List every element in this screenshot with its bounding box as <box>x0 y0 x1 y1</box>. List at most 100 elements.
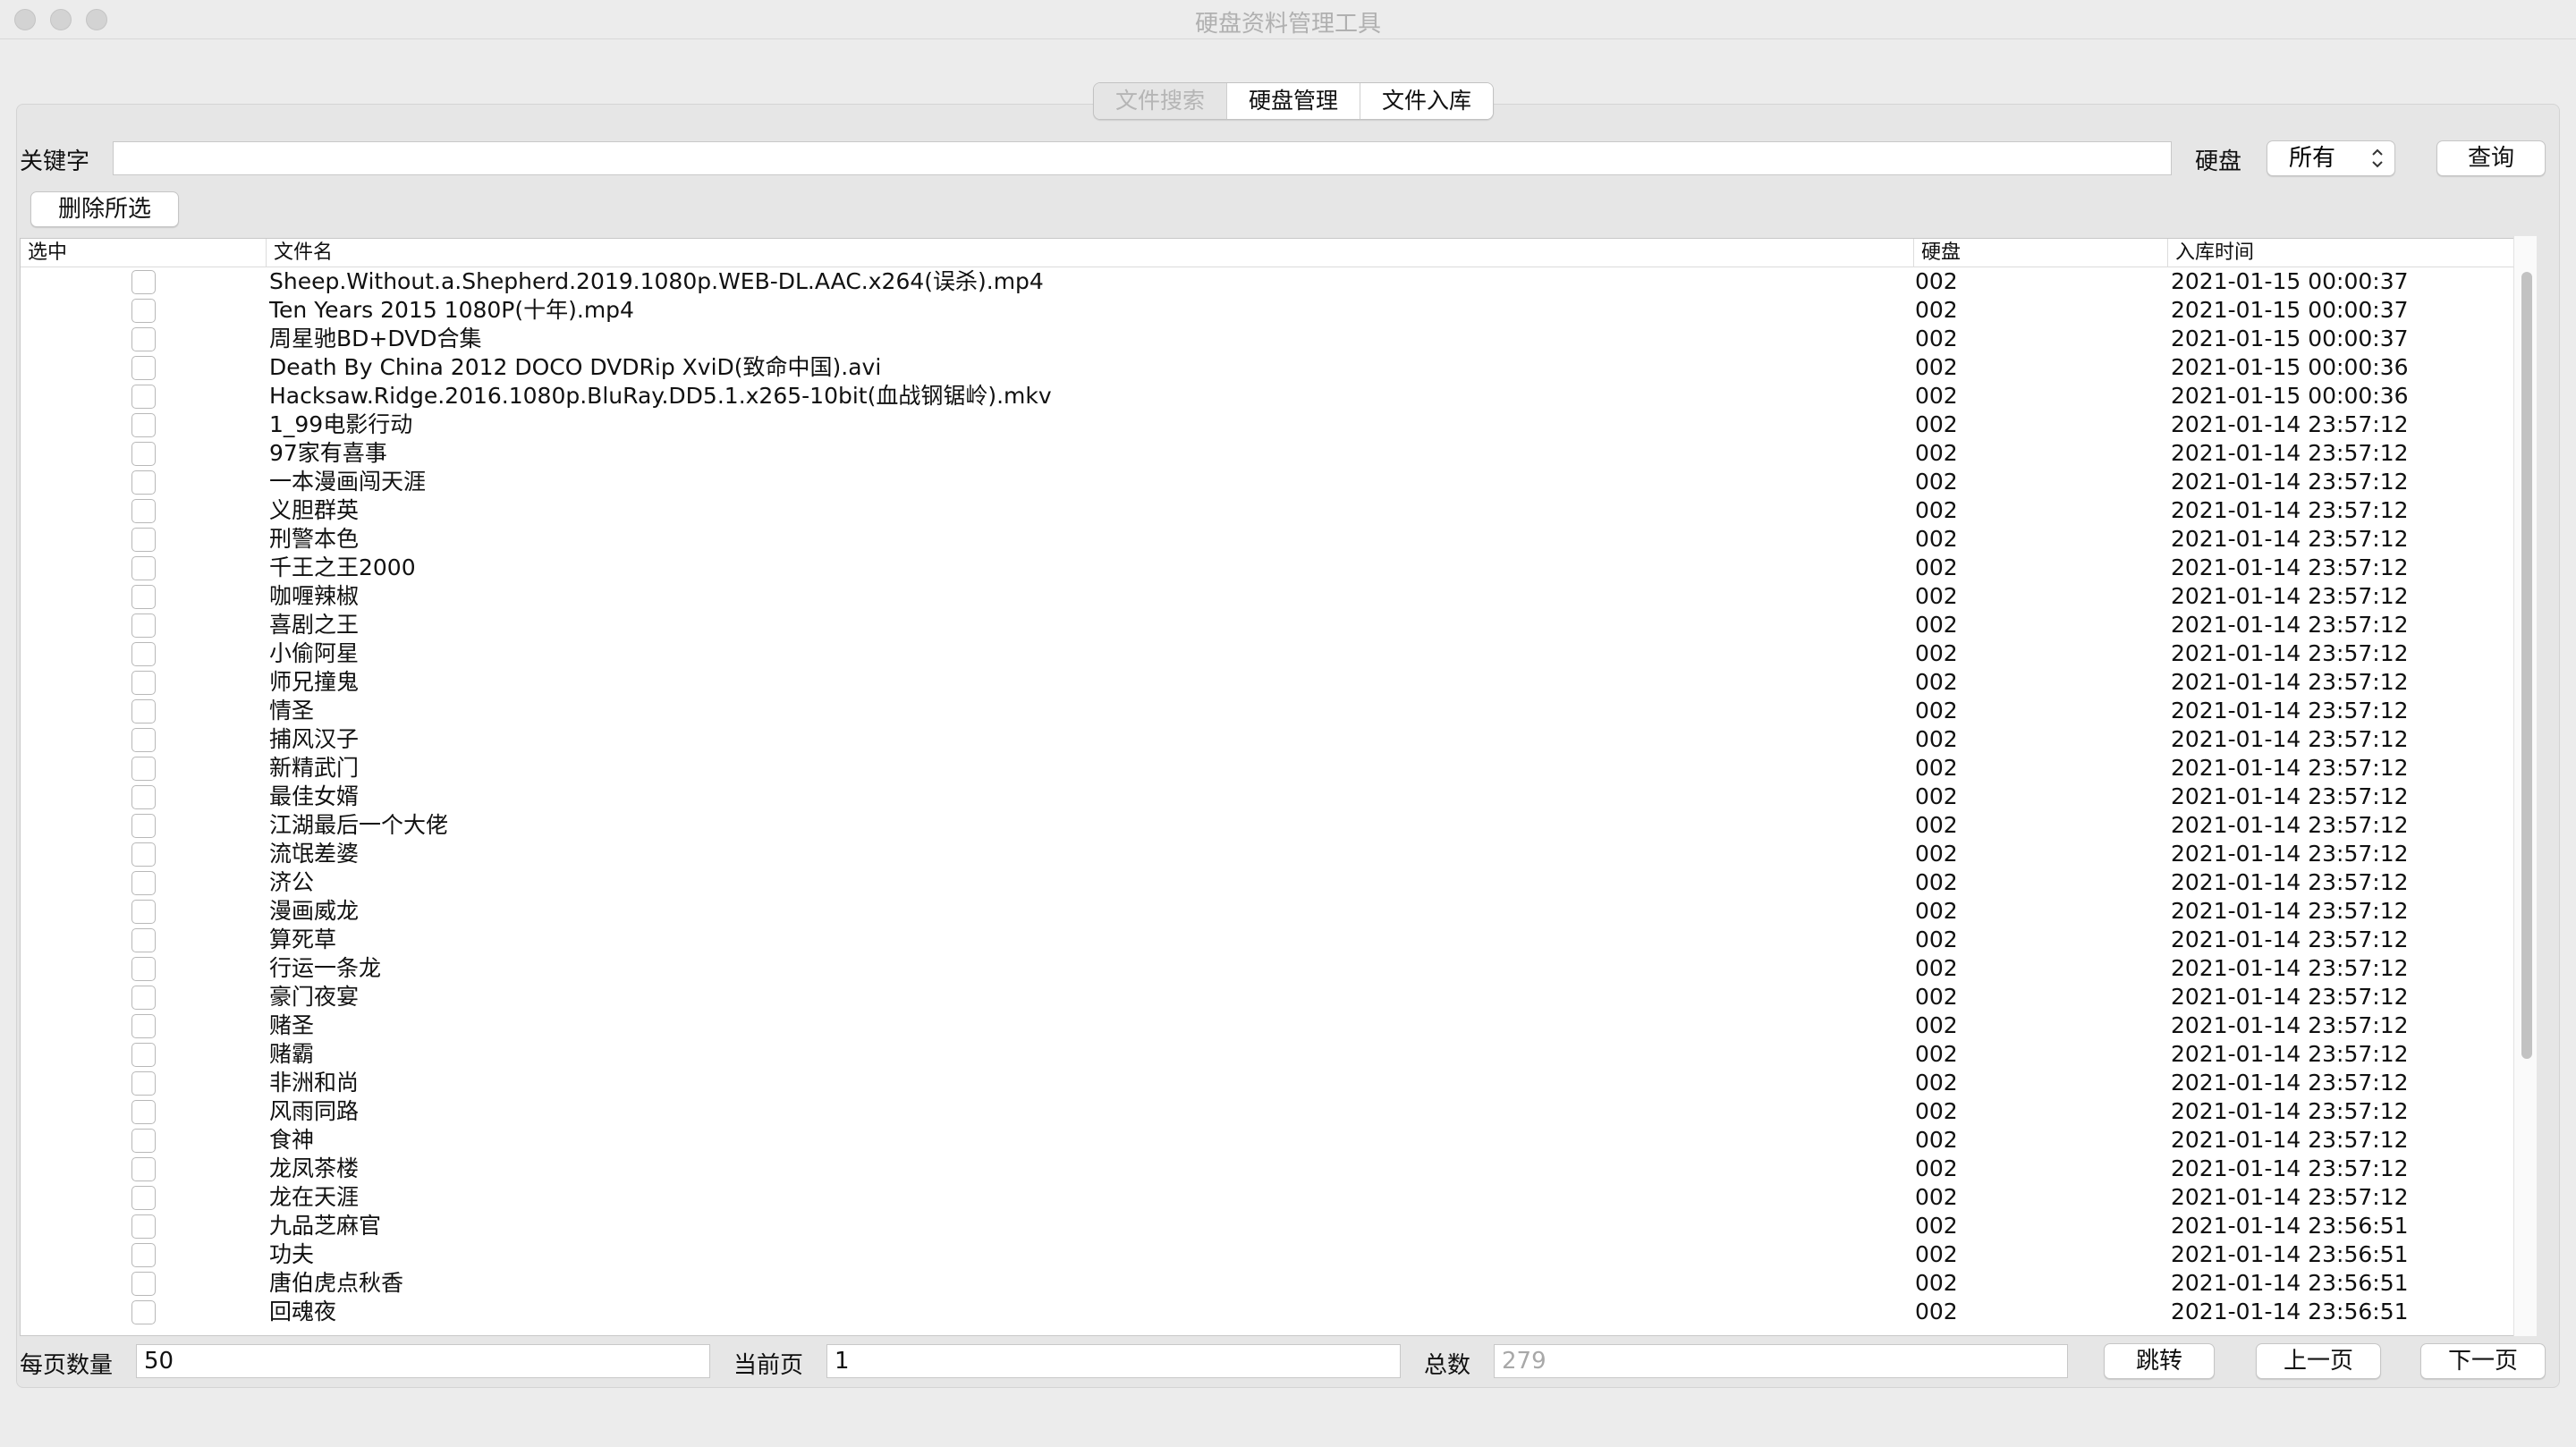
row-checkbox[interactable] <box>131 556 156 580</box>
prev-page-button[interactable]: 上一页 <box>2256 1343 2381 1379</box>
table-row[interactable]: 漫画威龙 002 2021-01-14 23:57:12 <box>21 897 2529 926</box>
row-checkbox[interactable] <box>131 327 156 351</box>
row-checkbox[interactable] <box>131 470 156 495</box>
row-checkbox[interactable] <box>131 1129 156 1153</box>
row-checkbox[interactable] <box>131 728 156 752</box>
table-row[interactable]: 赌霸 002 2021-01-14 23:57:12 <box>21 1040 2529 1069</box>
next-page-button[interactable]: 下一页 <box>2420 1343 2546 1379</box>
table-row[interactable]: 唐伯虎点秋香 002 2021-01-14 23:56:51 <box>21 1269 2529 1298</box>
row-checkbox[interactable] <box>131 585 156 609</box>
table-row[interactable]: 豪门夜宴 002 2021-01-14 23:57:12 <box>21 983 2529 1011</box>
row-checkbox[interactable] <box>131 1243 156 1267</box>
column-header-import-time[interactable]: 入库时间 <box>2167 239 2529 267</box>
table-row[interactable]: Sheep.Without.a.Shepherd.2019.1080p.WEB-… <box>21 267 2529 296</box>
table-row[interactable]: 风雨同路 002 2021-01-14 23:57:12 <box>21 1097 2529 1126</box>
row-checkbox[interactable] <box>131 442 156 466</box>
import-time-cell: 2021-01-15 00:00:37 <box>2171 297 2409 323</box>
table-row[interactable]: 一本漫画闯天涯 002 2021-01-14 23:57:12 <box>21 468 2529 496</box>
table-row[interactable]: 江湖最后一个大佬 002 2021-01-14 23:57:12 <box>21 811 2529 840</box>
table-row[interactable]: 行运一条龙 002 2021-01-14 23:57:12 <box>21 954 2529 983</box>
table-row[interactable]: 小偷阿星 002 2021-01-14 23:57:12 <box>21 639 2529 668</box>
keyword-input[interactable] <box>113 141 2172 175</box>
import-time-cell: 2021-01-14 23:56:51 <box>2171 1213 2409 1239</box>
row-checkbox[interactable] <box>131 928 156 952</box>
row-checkbox[interactable] <box>131 499 156 523</box>
row-checkbox[interactable] <box>131 1014 156 1038</box>
row-checkbox[interactable] <box>131 299 156 323</box>
table-row[interactable]: 功夫 002 2021-01-14 23:56:51 <box>21 1240 2529 1269</box>
row-checkbox[interactable] <box>131 957 156 981</box>
row-checkbox[interactable] <box>131 1043 156 1067</box>
row-checkbox[interactable] <box>131 528 156 552</box>
row-checkbox[interactable] <box>131 1186 156 1210</box>
table-row[interactable]: 捕风汉子 002 2021-01-14 23:57:12 <box>21 725 2529 754</box>
row-checkbox[interactable] <box>131 270 156 294</box>
table-row[interactable]: 周星驰BD+DVD合集 002 2021-01-15 00:00:37 <box>21 325 2529 353</box>
table-row[interactable]: Hacksaw.Ridge.2016.1080p.BluRay.DD5.1.x2… <box>21 382 2529 410</box>
row-checkbox[interactable] <box>131 814 156 838</box>
current-page-input[interactable]: 1 <box>826 1344 1401 1378</box>
jump-button[interactable]: 跳转 <box>2104 1343 2215 1379</box>
table-row[interactable]: 九品芝麻官 002 2021-01-14 23:56:51 <box>21 1212 2529 1240</box>
filename-cell: 义胆群英 <box>269 497 360 523</box>
row-checkbox[interactable] <box>131 356 156 380</box>
row-checkbox[interactable] <box>131 757 156 781</box>
row-checkbox[interactable] <box>131 613 156 638</box>
table-row[interactable]: 义胆群英 002 2021-01-14 23:57:12 <box>21 496 2529 525</box>
tab-disk-management[interactable]: 硬盘管理 <box>1226 83 1360 119</box>
table-row[interactable]: 师兄撞鬼 002 2021-01-14 23:57:12 <box>21 668 2529 697</box>
table-row[interactable]: 赌圣 002 2021-01-14 23:57:12 <box>21 1011 2529 1040</box>
row-checkbox[interactable] <box>131 842 156 867</box>
row-checkbox[interactable] <box>131 699 156 724</box>
column-header-disk[interactable]: 硬盘 <box>1913 239 2167 267</box>
table-row[interactable]: 济公 002 2021-01-14 23:57:12 <box>21 868 2529 897</box>
column-header-selected[interactable]: 选中 <box>21 239 266 267</box>
row-checkbox[interactable] <box>131 642 156 666</box>
table-row[interactable]: 食神 002 2021-01-14 23:57:12 <box>21 1126 2529 1155</box>
filename-cell: 喜剧之王 <box>269 612 360 638</box>
tab-file-import[interactable]: 文件入库 <box>1360 83 1494 119</box>
tab-file-search[interactable]: 文件搜索 <box>1094 83 1227 119</box>
row-checkbox[interactable] <box>131 785 156 809</box>
row-checkbox[interactable] <box>131 1300 156 1324</box>
row-checkbox[interactable] <box>131 900 156 924</box>
disk-cell: 002 <box>1915 984 1958 1010</box>
row-checkbox[interactable] <box>131 413 156 437</box>
table-row[interactable]: 新精武门 002 2021-01-14 23:57:12 <box>21 754 2529 783</box>
table-row[interactable]: 非洲和尚 002 2021-01-14 23:57:12 <box>21 1069 2529 1097</box>
row-checkbox[interactable] <box>131 986 156 1010</box>
row-checkbox[interactable] <box>131 1157 156 1181</box>
row-checkbox[interactable] <box>131 1272 156 1296</box>
table-row[interactable]: 龙在天涯 002 2021-01-14 23:57:12 <box>21 1183 2529 1212</box>
table-row[interactable]: 喜剧之王 002 2021-01-14 23:57:12 <box>21 611 2529 639</box>
scrollbar-thumb[interactable] <box>2521 272 2532 1059</box>
column-header-filename[interactable]: 文件名 <box>266 239 1936 267</box>
table-row[interactable]: Ten Years 2015 1080P(十年).mp4 002 2021-01-1… <box>21 296 2529 325</box>
table-row[interactable]: 1_99电影行动 002 2021-01-14 23:57:12 <box>21 410 2529 439</box>
disk-select[interactable]: 所有 <box>2267 140 2395 176</box>
delete-selected-button[interactable]: 删除所选 <box>30 191 179 227</box>
import-time-cell: 2021-01-14 23:57:12 <box>2171 411 2409 437</box>
table-row[interactable]: 刑警本色 002 2021-01-14 23:57:12 <box>21 525 2529 554</box>
table-row[interactable]: 回魂夜 002 2021-01-14 23:56:51 <box>21 1298 2529 1326</box>
row-checkbox[interactable] <box>131 871 156 895</box>
import-time-cell: 2021-01-14 23:57:12 <box>2171 984 2409 1010</box>
row-checkbox[interactable] <box>131 1100 156 1124</box>
table-row[interactable]: 算死草 002 2021-01-14 23:57:12 <box>21 926 2529 954</box>
filename-cell: 赌霸 <box>269 1041 315 1067</box>
table-row[interactable]: 情圣 002 2021-01-14 23:57:12 <box>21 697 2529 725</box>
table-scrollbar[interactable] <box>2513 236 2537 1336</box>
per-page-input[interactable]: 50 <box>136 1344 710 1378</box>
table-row[interactable]: 千王之王2000 002 2021-01-14 23:57:12 <box>21 554 2529 582</box>
query-button[interactable]: 查询 <box>2436 140 2546 176</box>
table-row[interactable]: 咖喱辣椒 002 2021-01-14 23:57:12 <box>21 582 2529 611</box>
table-row[interactable]: 最佳女婿 002 2021-01-14 23:57:12 <box>21 783 2529 811</box>
table-row[interactable]: 流氓差婆 002 2021-01-14 23:57:12 <box>21 840 2529 868</box>
table-row[interactable]: Death By China 2012 DOCO DVDRip XviD(致命中… <box>21 353 2529 382</box>
row-checkbox[interactable] <box>131 1214 156 1239</box>
row-checkbox[interactable] <box>131 671 156 695</box>
row-checkbox[interactable] <box>131 1071 156 1096</box>
row-checkbox[interactable] <box>131 385 156 409</box>
table-row[interactable]: 龙凤茶楼 002 2021-01-14 23:57:12 <box>21 1155 2529 1183</box>
table-row[interactable]: 97家有喜事 002 2021-01-14 23:57:12 <box>21 439 2529 468</box>
